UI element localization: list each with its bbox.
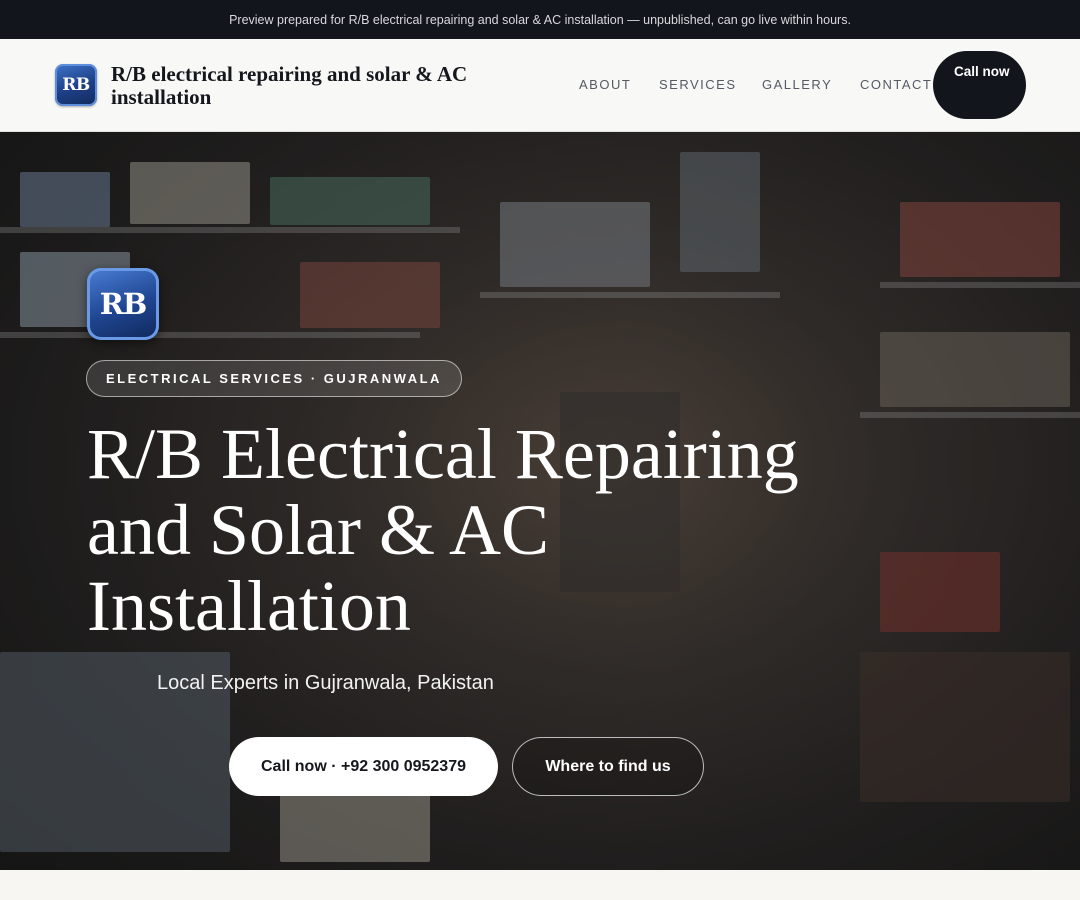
call-now-button[interactable]: Call now · +92 300 0952379 bbox=[229, 737, 498, 796]
nav-link-gallery[interactable]: GALLERY bbox=[762, 77, 832, 92]
next-section-edge bbox=[0, 870, 1080, 900]
find-us-button[interactable]: Where to find us bbox=[512, 737, 704, 796]
hero-section: RB ELECTRICAL SERVICES · GUJRANWALA R/B … bbox=[0, 132, 1080, 870]
site-header: RB R/B electrical repairing and solar & … bbox=[0, 39, 1080, 132]
hero-title: R/B Electrical Repairing and Solar & AC … bbox=[87, 414, 799, 646]
brand-name[interactable]: R/B electrical repairing and solar & AC … bbox=[111, 63, 531, 109]
nav-link-contact[interactable]: CONTACT bbox=[860, 77, 932, 92]
nav-link-services[interactable]: SERVICES bbox=[659, 77, 737, 92]
header-call-button[interactable]: Call now bbox=[933, 51, 1026, 119]
hero-subtitle: Local Experts in Gujranwala, Pakistan bbox=[157, 672, 494, 694]
hero-category-badge: ELECTRICAL SERVICES · GUJRANWALA bbox=[86, 360, 462, 397]
hero-logo: RB bbox=[87, 268, 159, 340]
preview-banner: Preview prepared for R/B electrical repa… bbox=[0, 0, 1080, 39]
brand-logo[interactable]: RB bbox=[55, 64, 97, 106]
nav-link-about[interactable]: ABOUT bbox=[579, 77, 631, 92]
preview-banner-text: Preview prepared for R/B electrical repa… bbox=[229, 12, 851, 27]
